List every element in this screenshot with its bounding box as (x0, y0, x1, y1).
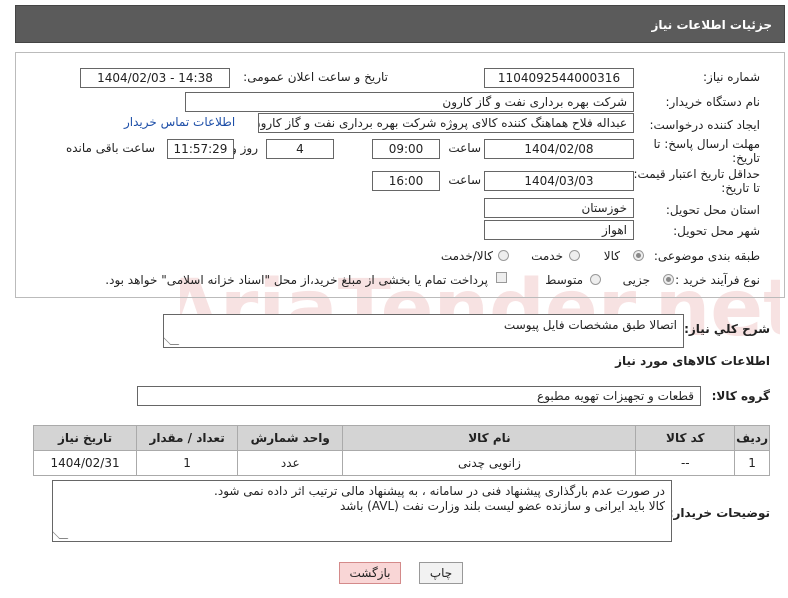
goods-table-header: ردیف کد کالا نام کالا واحد شمارش تعداد /… (32, 425, 770, 451)
back-button[interactable]: بازگشت (339, 562, 401, 584)
description-label: شرح کلي نياز: (684, 322, 770, 336)
print-button[interactable]: چاپ (419, 562, 463, 584)
remaining-label: ساعت باقی مانده (65, 141, 155, 155)
days-field: 4 (266, 139, 334, 159)
buyer-notes-line-2: کالا باید ایرانی و سازنده عضو لیست بلند … (339, 499, 665, 513)
reply-time-label: ساعت (448, 141, 481, 155)
price-time-label: ساعت (448, 173, 481, 187)
column-header-name: نام کالا (342, 425, 637, 451)
page-title: جزئیات اطلاعات نیاز (651, 18, 772, 32)
remaining-time-field: 11:57:29 (167, 139, 234, 159)
reply-time-field: 09:00 (372, 139, 440, 159)
category-radio-service[interactable] (569, 250, 580, 261)
city-label: شهر محل تحویل: (673, 224, 760, 238)
process-option-minor: جزیی (622, 273, 650, 287)
category-radio-goods-service[interactable] (498, 250, 509, 261)
cell-row: 1 (734, 450, 770, 476)
column-header-unit: واحد شمارش (237, 425, 344, 451)
goods-group-label: گروه کالا: (711, 389, 770, 403)
column-header-row: ردیف (734, 425, 770, 451)
goods-section-title: اطلاعات کالاهای مورد نیاز (615, 354, 770, 368)
cell-name: زانویی چدنی (342, 450, 637, 476)
province-field: خوزستان (484, 198, 634, 218)
cell-unit: عدد (237, 450, 344, 476)
creator-label: ایجاد کننده درخواست: (649, 118, 760, 132)
price-validity-label: حداقل تاریخ اعتبار قیمت: (633, 167, 760, 181)
column-header-code: کد کالا (635, 425, 736, 451)
city-field: اهواز (484, 220, 634, 240)
resize-grip-icon[interactable] (164, 336, 180, 345)
category-option-goods-service: کالا/خدمت (440, 249, 493, 263)
need-number-label: شماره نیاز: (703, 70, 760, 84)
creator-field: عبداله فلاح هماهنگ کننده کالای پروژه شرک… (258, 113, 634, 133)
reply-date-field: 1404/02/08 (484, 139, 634, 159)
buyer-notes-line-1: در صورت عدم بارگذاری پیشنهاد فنی در ساما… (214, 484, 665, 498)
price-date-field: 1404/03/03 (484, 171, 634, 191)
announce-field: 1404/02/03 - 14:38 (80, 68, 230, 88)
description-text: اتصالا طبق مشخصات فایل پیوست (503, 318, 677, 332)
buyer-notes-textarea[interactable]: در صورت عدم بارگذاری پیشنهاد فنی در ساما… (52, 480, 672, 542)
treasury-payment-note: پرداخت تمام یا بخشی از مبلغ خرید،از محل … (105, 273, 488, 287)
column-header-date: تاریخ نیاز (32, 425, 138, 451)
price-validity-label-2: تا تاریخ: (721, 181, 760, 195)
treasury-payment-checkbox[interactable] (496, 272, 507, 283)
process-radio-medium[interactable] (590, 274, 601, 285)
buyer-contact-link[interactable]: اطلاعات تماس خریدار (124, 115, 235, 129)
cell-date: 1404/02/31 (32, 450, 138, 476)
table-row: 1 -- زانویی چدنی عدد 1 1404/02/31 (32, 450, 770, 476)
process-label: نوع فرآیند خرید : (675, 273, 760, 287)
province-label: استان محل تحویل: (665, 203, 760, 217)
days-label: روز و (231, 141, 258, 155)
cell-quantity: 1 (136, 450, 239, 476)
description-textarea[interactable]: اتصالا طبق مشخصات فایل پیوست (163, 314, 684, 348)
goods-table: ردیف کد کالا نام کالا واحد شمارش تعداد /… (32, 425, 770, 476)
process-option-medium: متوسط (545, 273, 583, 287)
buyer-notes-label: توضیحات خریدار: (668, 506, 770, 520)
category-label: طبقه بندی موضوعی: (653, 249, 760, 263)
buyer-org-label: نام دستگاه خریدار: (665, 95, 761, 109)
need-number-field: 1104092544000316 (484, 68, 634, 88)
goods-group-field: قطعات و تجهیزات تهویه مطبوع (137, 386, 701, 406)
category-option-goods: کالا (603, 249, 620, 263)
reply-deadline-label-2: تاریخ: (732, 151, 760, 165)
buyer-org-field: شرکت بهره برداری نفت و گاز کارون (185, 92, 634, 112)
cell-code: -- (635, 450, 736, 476)
reply-deadline-label: مهلت ارسال پاسخ: تا (653, 137, 760, 151)
column-header-quantity: تعداد / مقدار (136, 425, 239, 451)
process-radio-minor[interactable] (663, 274, 674, 285)
price-time-field: 16:00 (372, 171, 440, 191)
category-radio-goods[interactable] (633, 250, 644, 261)
resize-grip-icon[interactable] (53, 530, 69, 539)
page-header: جزئیات اطلاعات نیاز (15, 5, 785, 43)
announce-label: تاریخ و ساعت اعلان عمومی: (243, 70, 388, 84)
category-option-service: خدمت (531, 249, 563, 263)
